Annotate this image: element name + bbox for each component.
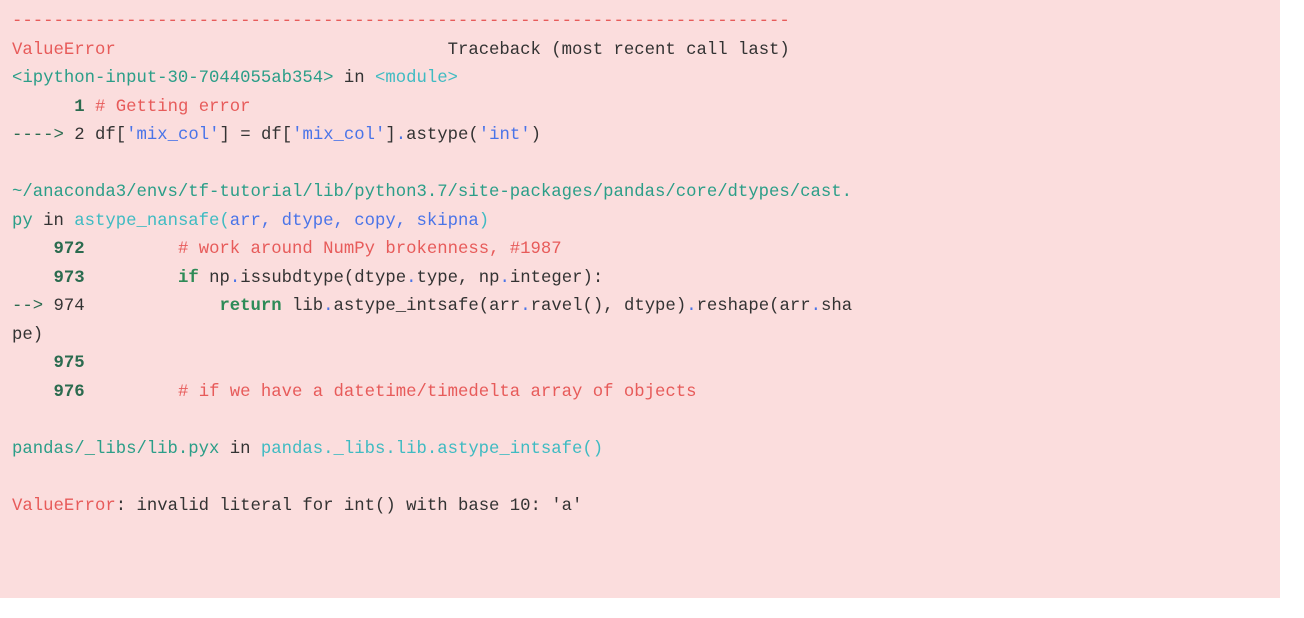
line-number: 976 (53, 383, 84, 402)
paren: ( (344, 269, 354, 288)
file-path: pandas/_libs/lib.pyx (12, 440, 219, 459)
spacer (85, 269, 178, 288)
method-name: astype (406, 126, 468, 145)
dot: . (686, 297, 696, 316)
spacer (85, 240, 178, 259)
dot: . (230, 269, 240, 288)
code-text: arr (780, 297, 811, 316)
code-text: dtype (354, 269, 406, 288)
line-prefix (12, 354, 53, 373)
dot: . (520, 297, 530, 316)
line-number: 2 (74, 126, 84, 145)
code-text: astype_intsafe (334, 297, 479, 316)
bracket: ] (219, 126, 229, 145)
keyword-if: if (178, 269, 199, 288)
string-literal: 'mix_col' (126, 126, 219, 145)
code-text: np (468, 269, 499, 288)
dot: . (406, 269, 416, 288)
code-text: np (199, 269, 230, 288)
code-text: sha (821, 297, 852, 316)
line-prefix (12, 383, 53, 402)
paren: ) (33, 326, 43, 345)
bracket: ] (385, 126, 395, 145)
paren: ): (582, 269, 603, 288)
code-text: dtype (614, 297, 676, 316)
comment-text: # work around NumPy brokenness, #1987 (178, 240, 562, 259)
code-text: df (261, 126, 282, 145)
code-text: arr (489, 297, 520, 316)
line-number: 1 (74, 98, 84, 117)
line-number: 973 (53, 269, 84, 288)
current-line-arrow: ----> (12, 126, 74, 145)
current-line-arrow: --> (12, 297, 53, 316)
code-text: lib (282, 297, 323, 316)
line-number: 972 (53, 240, 84, 259)
file-path-tail: py (12, 212, 33, 231)
spacer (85, 383, 178, 402)
function-full-name: pandas._libs.lib.astype_intsafe (261, 440, 582, 459)
spacer (85, 297, 220, 316)
error-message: invalid literal for int() with base 10: … (126, 497, 582, 516)
comment-text: # Getting error (95, 98, 251, 117)
function-name: astype_nansafe (74, 212, 219, 231)
code-text: ravel (531, 297, 583, 316)
code-text: type (417, 269, 458, 288)
final-error-name: ValueError (12, 497, 116, 516)
line-number: 974 (53, 297, 84, 316)
operator: = (230, 126, 261, 145)
code-text: issubdtype (240, 269, 344, 288)
file-path: ~/anaconda3/envs/tf-tutorial/lib/python3… (12, 183, 852, 202)
traceback-output: ----------------------------------------… (0, 0, 1280, 598)
in-keyword: in (33, 212, 74, 231)
colon: : (116, 497, 126, 516)
dot: . (500, 269, 510, 288)
code-text: reshape (697, 297, 770, 316)
paren: ( (769, 297, 779, 316)
line-number: 975 (53, 354, 84, 373)
paren: ( (219, 212, 229, 231)
paren: ( (468, 126, 478, 145)
code-text-wrap: pe (12, 326, 33, 345)
paren: ) (676, 297, 686, 316)
line-prefix (12, 98, 74, 117)
comma: , (458, 269, 468, 288)
spacer (85, 126, 95, 145)
params: arr, dtype, copy, skipna (230, 212, 479, 231)
code-text: integer (510, 269, 583, 288)
dot: . (396, 126, 406, 145)
keyword-return: return (219, 297, 281, 316)
paren: ) (479, 212, 489, 231)
comment-text: # if we have a datetime/timedelta array … (178, 383, 697, 402)
paren: (), (582, 297, 613, 316)
dot: . (323, 297, 333, 316)
traceback-label: Traceback (most recent call last) (448, 41, 790, 60)
string-literal: 'mix_col' (292, 126, 385, 145)
line-prefix (12, 269, 53, 288)
paren: () (582, 440, 603, 459)
header-spacing (116, 41, 448, 60)
paren: ( (479, 297, 489, 316)
separator-line: ----------------------------------------… (12, 12, 790, 31)
error-name: ValueError (12, 41, 116, 60)
frame-location: <ipython-input-30-7044055ab354> (12, 69, 333, 88)
dot: . (811, 297, 821, 316)
line-prefix (12, 240, 53, 259)
bracket: [ (116, 126, 126, 145)
spacer (85, 98, 95, 117)
in-keyword: in (219, 440, 260, 459)
in-keyword: in (333, 69, 374, 88)
string-literal: 'int' (479, 126, 531, 145)
paren: ) (531, 126, 541, 145)
module-name: <module> (375, 69, 458, 88)
code-text: df (95, 126, 116, 145)
bracket: [ (282, 126, 292, 145)
